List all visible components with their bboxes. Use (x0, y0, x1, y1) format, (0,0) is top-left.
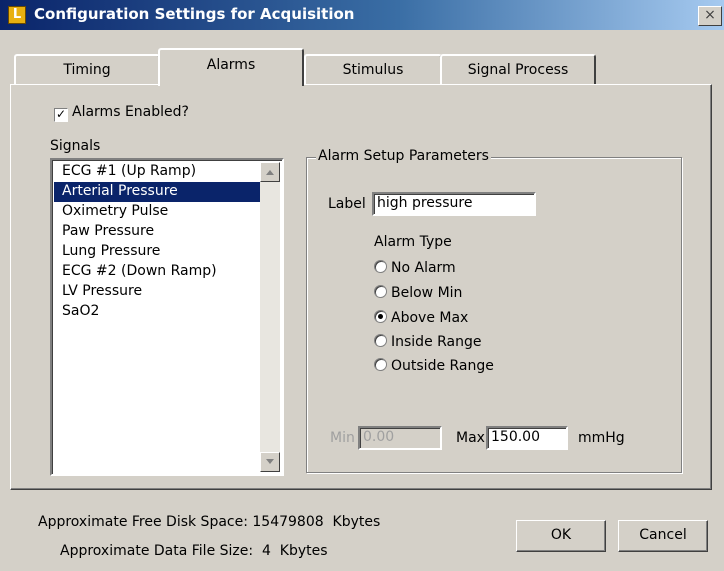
list-item[interactable]: ECG #1 (Up Ramp) (54, 162, 260, 182)
triangle-up-icon (266, 170, 274, 175)
title-bar: L Configuration Settings for Acquisition… (0, 0, 724, 30)
radio-above-max[interactable]: Above Max (374, 310, 468, 330)
radio-below-min[interactable]: Below Min (374, 285, 462, 305)
max-caption: Max (456, 430, 485, 446)
max-input[interactable]: 150.00 (486, 426, 568, 450)
signals-listbox[interactable]: ECG #1 (Up Ramp) Arterial Pressure Oxime… (50, 158, 284, 476)
list-item[interactable]: LV Pressure (54, 282, 260, 302)
list-item[interactable]: Arterial Pressure (54, 182, 260, 202)
radio-outside-range[interactable]: Outside Range (374, 358, 494, 378)
radio-label: Below Min (391, 285, 463, 301)
label-input[interactable]: high pressure (372, 192, 536, 216)
min-caption: Min (330, 430, 355, 446)
tab-alarms[interactable]: Alarms (158, 48, 304, 86)
radio-circle-selected[interactable] (374, 310, 387, 323)
alarm-setup-title: Alarm Setup Parameters (316, 148, 491, 164)
scroll-down-button[interactable] (260, 452, 280, 472)
unit-label: mmHg (578, 430, 625, 446)
radio-no-alarm[interactable]: No Alarm (374, 260, 456, 280)
radio-inside-range[interactable]: Inside Range (374, 334, 482, 354)
tab-signal-process[interactable]: Signal Process (440, 54, 596, 84)
signals-label: Signals (50, 138, 101, 154)
radio-circle[interactable] (374, 334, 387, 347)
radio-circle[interactable] (374, 285, 387, 298)
list-item[interactable]: Oximetry Pulse (54, 202, 260, 222)
file-size-text: Approximate Data File Size: 4 Kbytes (60, 543, 328, 559)
radio-circle[interactable] (374, 260, 387, 273)
min-input: 0.00 (358, 426, 442, 450)
triangle-down-icon (266, 459, 274, 464)
list-scrollbar[interactable] (260, 162, 280, 472)
app-icon: L (8, 6, 26, 24)
list-item[interactable]: Lung Pressure (54, 242, 260, 262)
radio-label: Inside Range (391, 334, 482, 350)
radio-label: No Alarm (391, 260, 456, 276)
cancel-button[interactable]: Cancel (618, 520, 708, 552)
close-button[interactable]: × (698, 6, 722, 26)
label-caption: Label (328, 196, 366, 212)
tab-stimulus[interactable]: Stimulus (304, 54, 442, 84)
checkbox-box[interactable]: ✓ (54, 108, 68, 122)
list-item[interactable]: Paw Pressure (54, 222, 260, 242)
window-title: Configuration Settings for Acquisition (34, 5, 355, 23)
disk-space-text: Approximate Free Disk Space: 15479808 Kb… (38, 514, 381, 530)
radio-circle[interactable] (374, 358, 387, 371)
alarms-enabled-checkbox[interactable]: ✓ Alarms Enabled? (54, 104, 189, 124)
list-item[interactable]: ECG #2 (Down Ramp) (54, 262, 260, 282)
list-item[interactable]: SaO2 (54, 302, 260, 322)
alarm-type-caption: Alarm Type (374, 234, 452, 250)
radio-label: Above Max (391, 310, 469, 326)
ok-button[interactable]: OK (516, 520, 606, 552)
tab-timing[interactable]: Timing (14, 54, 160, 84)
radio-label: Outside Range (391, 358, 494, 374)
alarms-enabled-label: Alarms Enabled? (72, 104, 189, 120)
scroll-up-button[interactable] (260, 162, 280, 182)
